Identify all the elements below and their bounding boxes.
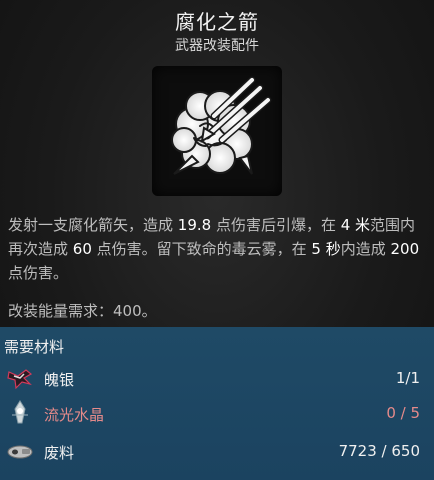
material-count: 0 / 5 xyxy=(386,404,420,422)
scrap-icon xyxy=(6,437,34,465)
material-row-flowing-crystal[interactable]: 流光水晶 0 / 5 xyxy=(0,397,434,431)
mod-subtitle: 武器改装配件 xyxy=(175,38,259,54)
mod-description: 发射一支腐化箭矢，造成 19.8 点伤害后引爆，在 4 米范围内再次造成 60 … xyxy=(8,213,428,285)
material-name: 流光水晶 xyxy=(44,406,105,424)
duration-value: 5 秒 xyxy=(311,240,341,258)
materials-section: 需要材料 魄银 1/1 流光水晶 0 / 5 废料 7723 / 650 xyxy=(0,327,434,480)
mod-detail-panel: 腐化之箭 武器改装配件 发射一支腐化箭矢，造成 19.8 点伤害后引爆，在 4 … xyxy=(0,0,434,480)
material-count: 1/1 xyxy=(395,369,420,387)
mod-title: 腐化之箭 xyxy=(175,10,259,34)
desc-text: 点伤害后引爆，在 xyxy=(211,216,341,234)
soul-silver-icon xyxy=(6,364,34,392)
material-row-soul-silver[interactable]: 魄银 1/1 xyxy=(0,362,434,396)
desc-text: 发射一支腐化箭矢，造成 xyxy=(8,216,178,234)
mod-icon-frame xyxy=(152,66,282,196)
desc-text: 点伤害。留下致命的毒云雾，在 xyxy=(91,240,312,258)
material-name: 魄银 xyxy=(44,371,75,389)
material-row-scrap[interactable]: 废料 7723 / 650 xyxy=(0,435,434,469)
damage-value: 19.8 xyxy=(177,216,212,234)
explosion-damage-value: 60 xyxy=(72,240,92,258)
material-name: 废料 xyxy=(44,444,75,462)
material-count: 7723 / 650 xyxy=(338,442,420,460)
materials-title: 需要材料 xyxy=(4,338,65,356)
desc-text: 点伤害。 xyxy=(8,264,69,282)
poison-damage-value: 200 xyxy=(390,240,420,258)
radius-value: 4 米 xyxy=(340,216,371,234)
desc-text: 内造成 xyxy=(340,240,391,258)
corrupted-arrow-burst-icon xyxy=(171,76,272,175)
flowing-crystal-icon xyxy=(6,399,34,427)
energy-requirement: 改装能量需求：400。 xyxy=(8,302,157,320)
